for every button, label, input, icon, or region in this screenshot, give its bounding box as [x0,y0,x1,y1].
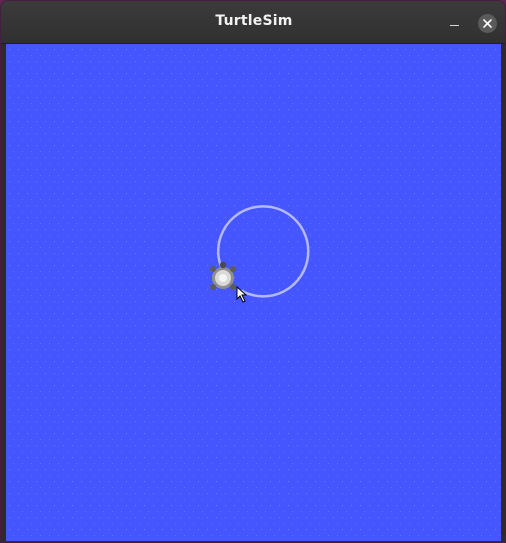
background-texture [6,44,501,541]
window-title: TurtleSim [215,13,293,29]
minimize-button[interactable] [443,13,467,33]
turtlesim-window: TurtleSim [0,0,506,543]
close-icon [483,19,492,28]
close-button[interactable] [478,14,497,33]
simulation-drawing [6,44,501,541]
simulation-canvas[interactable] [6,44,501,541]
title-bar[interactable]: TurtleSim [1,1,505,44]
